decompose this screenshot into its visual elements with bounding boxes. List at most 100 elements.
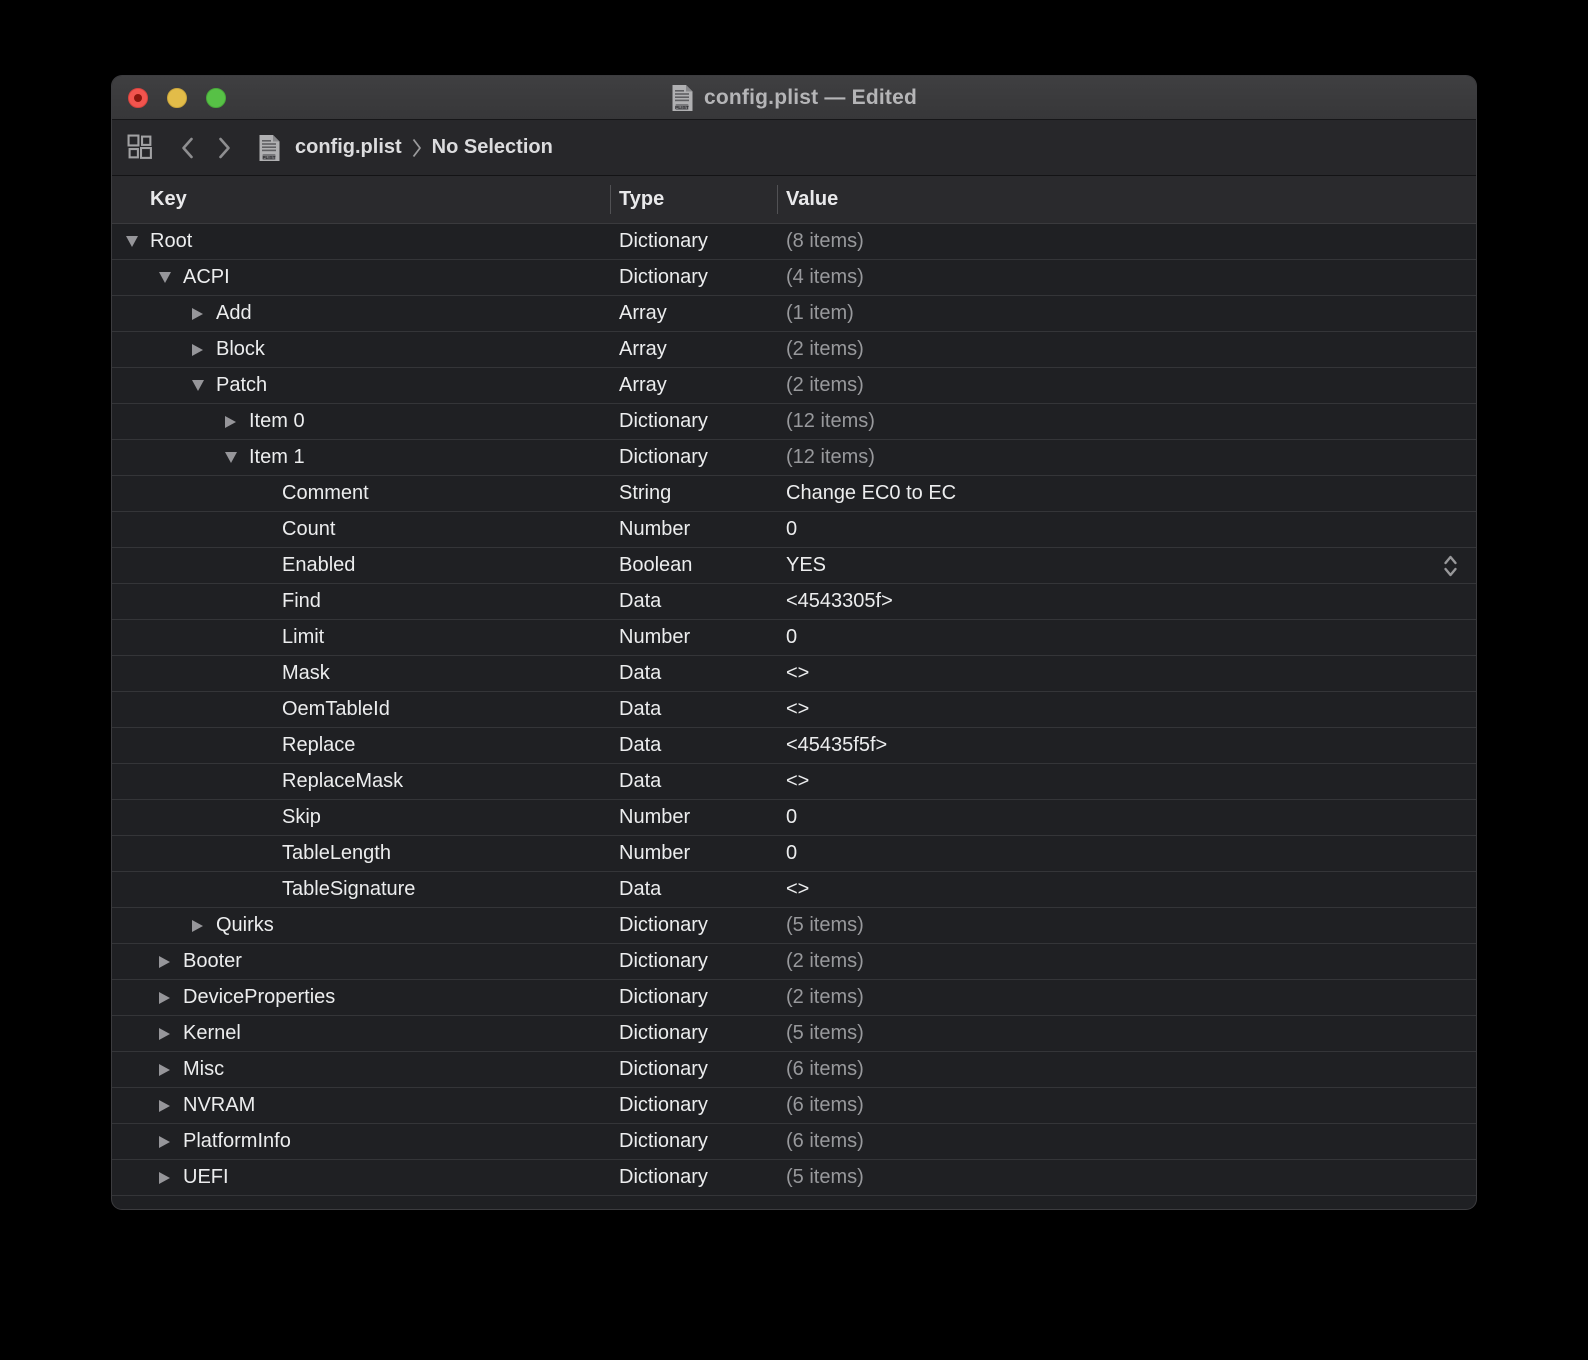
related-items-button[interactable] bbox=[127, 134, 154, 161]
forward-button[interactable] bbox=[218, 137, 231, 159]
value-label: <> bbox=[786, 662, 809, 685]
key-label: Count bbox=[282, 518, 335, 541]
key-cell: DeviceProperties bbox=[112, 986, 610, 1009]
column-header-key[interactable]: Key bbox=[112, 176, 610, 223]
disclosure-triangle-icon[interactable] bbox=[159, 1100, 170, 1112]
table-row[interactable]: PlatformInfo Dictionary (6 items) bbox=[112, 1124, 1476, 1160]
value-label: (2 items) bbox=[786, 950, 864, 973]
table-row[interactable]: Block Array (2 items) bbox=[112, 332, 1476, 368]
outline-rows: Root Dictionary (8 items) ACPI Dictionar… bbox=[112, 224, 1476, 1196]
table-row[interactable]: Item 1 Dictionary (12 items) bbox=[112, 440, 1476, 476]
table-row[interactable]: DeviceProperties Dictionary (2 items) bbox=[112, 980, 1476, 1016]
zoom-button[interactable] bbox=[206, 88, 226, 108]
value-cell: (2 items) bbox=[777, 980, 1476, 1015]
key-cell: NVRAM bbox=[112, 1094, 610, 1117]
disclosure-triangle-icon[interactable] bbox=[159, 1136, 170, 1148]
table-row[interactable]: ACPI Dictionary (4 items) bbox=[112, 260, 1476, 296]
key-cell: Skip bbox=[112, 806, 610, 829]
key-label: UEFI bbox=[183, 1166, 229, 1189]
value-label: (2 items) bbox=[786, 338, 864, 361]
table-row[interactable]: Add Array (1 item) bbox=[112, 296, 1476, 332]
disclosure-triangle-icon[interactable] bbox=[225, 416, 236, 428]
value-cell: (12 items) bbox=[777, 440, 1476, 475]
table-row[interactable]: Skip Number 0 bbox=[112, 800, 1476, 836]
key-label: Limit bbox=[282, 626, 324, 649]
disclosure-triangle-icon[interactable] bbox=[159, 272, 171, 283]
column-header-value[interactable]: Value bbox=[777, 176, 1476, 223]
key-label: NVRAM bbox=[183, 1094, 255, 1117]
key-cell: Add bbox=[112, 302, 610, 325]
table-row[interactable]: Root Dictionary (8 items) bbox=[112, 224, 1476, 260]
value-label: (12 items) bbox=[786, 446, 875, 469]
type-label: Data bbox=[610, 590, 777, 613]
table-row[interactable]: Misc Dictionary (6 items) bbox=[112, 1052, 1476, 1088]
table-row[interactable]: UEFI Dictionary (5 items) bbox=[112, 1160, 1476, 1196]
key-cell: UEFI bbox=[112, 1166, 610, 1189]
key-cell: Comment bbox=[112, 482, 610, 505]
disclosure-triangle-icon[interactable] bbox=[159, 1172, 170, 1184]
jump-bar: PLIST config.plist No Selection bbox=[112, 120, 1476, 176]
key-label: Block bbox=[216, 338, 265, 361]
back-button[interactable] bbox=[181, 137, 194, 159]
type-label: Dictionary bbox=[610, 1058, 777, 1081]
type-label: Dictionary bbox=[610, 410, 777, 433]
value-cell: <45435f5f> bbox=[777, 728, 1476, 763]
key-cell: TableLength bbox=[112, 842, 610, 865]
disclosure-triangle-icon[interactable] bbox=[192, 920, 203, 932]
disclosure-triangle-icon[interactable] bbox=[159, 1064, 170, 1076]
breadcrumb-file[interactable]: config.plist bbox=[295, 136, 402, 159]
table-row[interactable]: Limit Number 0 bbox=[112, 620, 1476, 656]
value-label: (8 items) bbox=[786, 230, 864, 253]
boolean-stepper[interactable] bbox=[1443, 553, 1458, 578]
table-row[interactable]: Quirks Dictionary (5 items) bbox=[112, 908, 1476, 944]
key-cell: OemTableId bbox=[112, 698, 610, 721]
key-label: Add bbox=[216, 302, 252, 325]
type-label: Data bbox=[610, 770, 777, 793]
disclosure-triangle-icon[interactable] bbox=[225, 452, 237, 463]
value-label: YES bbox=[786, 554, 826, 577]
table-row[interactable]: Mask Data <> bbox=[112, 656, 1476, 692]
table-row[interactable]: Kernel Dictionary (5 items) bbox=[112, 1016, 1476, 1052]
disclosure-triangle-icon[interactable] bbox=[126, 236, 138, 247]
disclosure-triangle-icon[interactable] bbox=[192, 308, 203, 320]
key-cell: Kernel bbox=[112, 1022, 610, 1045]
disclosure-triangle-icon[interactable] bbox=[192, 344, 203, 356]
minimize-button[interactable] bbox=[167, 88, 187, 108]
table-row[interactable]: Booter Dictionary (2 items) bbox=[112, 944, 1476, 980]
breadcrumb-selection[interactable]: No Selection bbox=[432, 136, 553, 159]
table-row[interactable]: Comment String Change EC0 to EC bbox=[112, 476, 1476, 512]
table-row[interactable]: ReplaceMask Data <> bbox=[112, 764, 1476, 800]
table-row[interactable]: TableSignature Data <> bbox=[112, 872, 1476, 908]
type-label: Dictionary bbox=[610, 1022, 777, 1045]
key-label: DeviceProperties bbox=[183, 986, 335, 1009]
value-cell: Change EC0 to EC bbox=[777, 476, 1476, 511]
value-cell: <4543305f> bbox=[777, 584, 1476, 619]
type-label: Dictionary bbox=[610, 914, 777, 937]
table-row[interactable]: Replace Data <45435f5f> bbox=[112, 728, 1476, 764]
table-row[interactable]: NVRAM Dictionary (6 items) bbox=[112, 1088, 1476, 1124]
table-row[interactable]: Patch Array (2 items) bbox=[112, 368, 1476, 404]
value-cell: <> bbox=[777, 764, 1476, 799]
key-label: Booter bbox=[183, 950, 242, 973]
table-row[interactable]: Find Data <4543305f> bbox=[112, 584, 1476, 620]
table-row[interactable]: OemTableId Data <> bbox=[112, 692, 1476, 728]
titlebar[interactable]: PLIST config.plist — Edited bbox=[112, 76, 1476, 120]
column-header-type[interactable]: Type bbox=[610, 176, 777, 223]
disclosure-triangle-icon[interactable] bbox=[192, 380, 204, 391]
table-row[interactable]: TableLength Number 0 bbox=[112, 836, 1476, 872]
plist-file-icon: PLIST bbox=[258, 134, 281, 162]
value-label: <> bbox=[786, 698, 809, 721]
type-label: Dictionary bbox=[610, 1166, 777, 1189]
table-row[interactable]: Enabled Boolean YES bbox=[112, 548, 1476, 584]
key-cell: Item 0 bbox=[112, 410, 610, 433]
table-row[interactable]: Count Number 0 bbox=[112, 512, 1476, 548]
disclosure-triangle-icon[interactable] bbox=[159, 956, 170, 968]
key-cell: Block bbox=[112, 338, 610, 361]
close-button[interactable] bbox=[128, 88, 148, 108]
type-label: Dictionary bbox=[610, 1094, 777, 1117]
table-row[interactable]: Item 0 Dictionary (12 items) bbox=[112, 404, 1476, 440]
type-label: Data bbox=[610, 878, 777, 901]
chevron-right-icon bbox=[218, 137, 231, 159]
disclosure-triangle-icon[interactable] bbox=[159, 992, 170, 1004]
disclosure-triangle-icon[interactable] bbox=[159, 1028, 170, 1040]
